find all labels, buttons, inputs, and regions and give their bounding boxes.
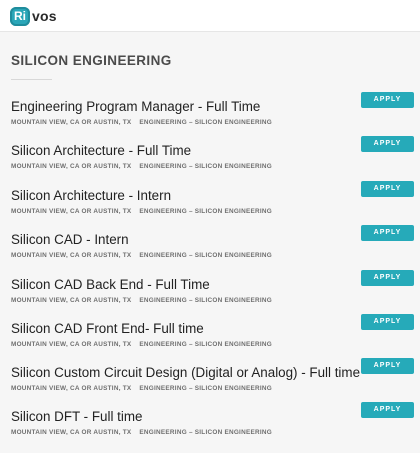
job-team: ENGINEERING – SILICON ENGINEERING <box>139 341 272 348</box>
job-posting: Engineering Program Manager - Full Time … <box>0 92 420 143</box>
job-title-link[interactable]: Silicon Architecture - Full Time <box>11 143 191 158</box>
apply-button[interactable]: APPLY <box>361 358 414 374</box>
job-location: MOUNTAIN VIEW, CA OR AUSTIN, TX <box>11 341 132 348</box>
rivos-logo[interactable]: Ri vos <box>10 6 57 26</box>
job-location: MOUNTAIN VIEW, CA OR AUSTIN, TX <box>11 208 132 215</box>
apply-button[interactable]: APPLY <box>361 225 414 241</box>
job-meta: MOUNTAIN VIEW, CA OR AUSTIN, TX ENGINEERI… <box>11 208 272 215</box>
job-title-link[interactable]: Silicon CAD - Intern <box>11 232 129 247</box>
apply-button[interactable]: APPLY <box>361 92 414 108</box>
logo-mark: Ri <box>10 6 30 26</box>
apply-button[interactable]: APPLY <box>361 270 414 286</box>
job-team: ENGINEERING – SILICON ENGINEERING <box>139 252 272 259</box>
job-posting: Silicon Architecture - Intern MOUNTAIN V… <box>0 181 420 232</box>
apply-button[interactable]: APPLY <box>361 136 414 152</box>
job-title-link[interactable]: Silicon Custom Circuit Design (Digital o… <box>11 365 360 380</box>
job-location: MOUNTAIN VIEW, CA OR AUSTIN, TX <box>11 385 132 392</box>
job-team: ENGINEERING – SILICON ENGINEERING <box>139 208 272 215</box>
job-posting: Silicon CAD Back End - Full Time MOUNTAI… <box>0 270 420 321</box>
job-meta: MOUNTAIN VIEW, CA OR AUSTIN, TX ENGINEERI… <box>11 119 272 126</box>
job-title-link[interactable]: Silicon DFT - Full time <box>11 409 142 424</box>
job-location: MOUNTAIN VIEW, CA OR AUSTIN, TX <box>11 429 132 436</box>
apply-button[interactable]: APPLY <box>361 314 414 330</box>
job-title-link[interactable]: Silicon CAD Back End - Full Time <box>11 277 210 292</box>
job-title-link[interactable]: Silicon Architecture - Intern <box>11 188 171 203</box>
job-meta: MOUNTAIN VIEW, CA OR AUSTIN, TX ENGINEERI… <box>11 252 272 259</box>
section-title: SILICON ENGINEERING <box>11 53 172 68</box>
job-meta: MOUNTAIN VIEW, CA OR AUSTIN, TX ENGINEERI… <box>11 341 272 348</box>
job-team: ENGINEERING – SILICON ENGINEERING <box>139 429 272 436</box>
job-posting: Silicon DFT - Full time MOUNTAIN VIEW, C… <box>0 402 420 453</box>
job-team: ENGINEERING – SILICON ENGINEERING <box>139 163 272 170</box>
job-team: ENGINEERING – SILICON ENGINEERING <box>139 385 272 392</box>
job-title-link[interactable]: Silicon CAD Front End- Full time <box>11 321 204 336</box>
apply-button[interactable]: APPLY <box>361 402 414 418</box>
job-posting: Silicon CAD Front End- Full time MOUNTAI… <box>0 314 420 365</box>
job-location: MOUNTAIN VIEW, CA OR AUSTIN, TX <box>11 163 132 170</box>
job-location: MOUNTAIN VIEW, CA OR AUSTIN, TX <box>11 252 132 259</box>
job-posting: Silicon CAD - Intern MOUNTAIN VIEW, CA O… <box>0 225 420 276</box>
job-title-link[interactable]: Engineering Program Manager - Full Time <box>11 99 260 114</box>
job-meta: MOUNTAIN VIEW, CA OR AUSTIN, TX ENGINEERI… <box>11 429 272 436</box>
job-location: MOUNTAIN VIEW, CA OR AUSTIN, TX <box>11 119 132 126</box>
section-divider <box>11 79 52 80</box>
job-meta: MOUNTAIN VIEW, CA OR AUSTIN, TX ENGINEERI… <box>11 297 272 304</box>
top-bar: Ri vos <box>0 0 420 32</box>
logo-text: vos <box>32 8 57 24</box>
job-meta: MOUNTAIN VIEW, CA OR AUSTIN, TX ENGINEERI… <box>11 163 272 170</box>
job-team: ENGINEERING – SILICON ENGINEERING <box>139 119 272 126</box>
job-team: ENGINEERING – SILICON ENGINEERING <box>139 297 272 304</box>
job-posting: Silicon Custom Circuit Design (Digital o… <box>0 358 420 409</box>
job-posting: Silicon Architecture - Full Time MOUNTAI… <box>0 136 420 187</box>
apply-button[interactable]: APPLY <box>361 181 414 197</box>
job-meta: MOUNTAIN VIEW, CA OR AUSTIN, TX ENGINEERI… <box>11 385 272 392</box>
job-location: MOUNTAIN VIEW, CA OR AUSTIN, TX <box>11 297 132 304</box>
